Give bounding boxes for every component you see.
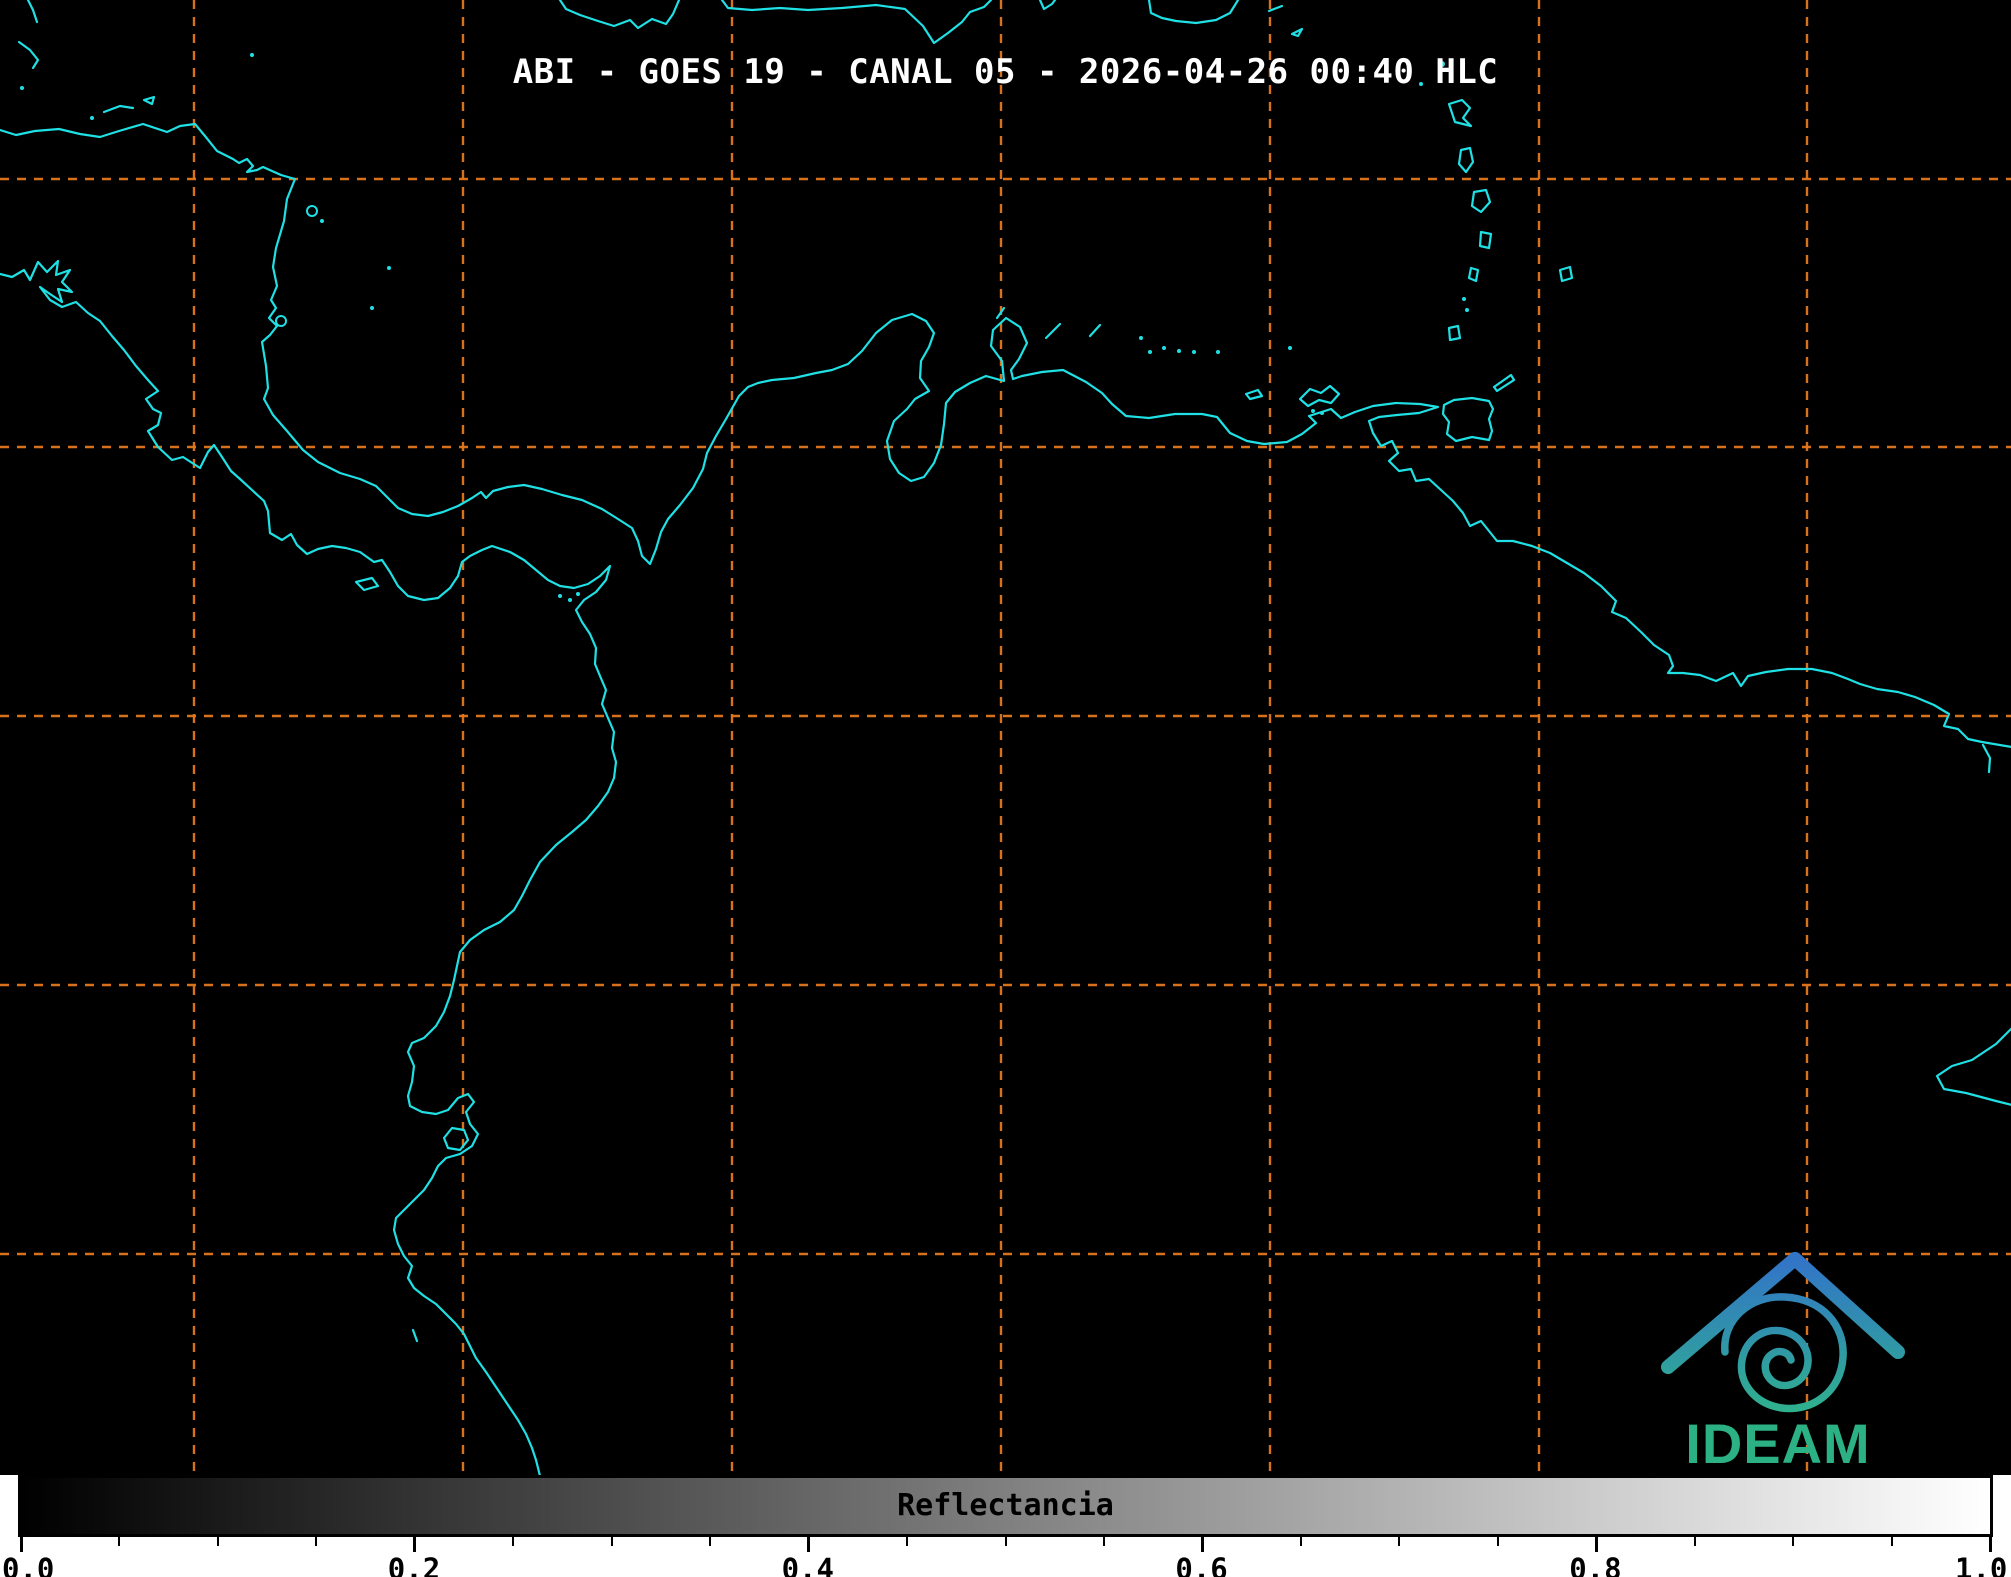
- orchila-dot: [1216, 350, 1220, 354]
- los-roques-dot-2: [1162, 346, 1166, 350]
- coiba-island: [354, 576, 380, 592]
- san-andres-dot: [370, 306, 374, 310]
- colorbar-minor-tick: [906, 1537, 909, 1546]
- utila-island-dot: [90, 116, 94, 120]
- guanaja-island: [142, 95, 156, 106]
- colorbar-major-tick: [1988, 1537, 1992, 1552]
- colorbar-minor-tick: [1693, 1537, 1696, 1546]
- logo-wordmark: IDEAM: [1685, 1412, 1870, 1475]
- brazil-amazon-corner: [1935, 1027, 2011, 1106]
- colorbar-tick-label: 0.6: [1175, 1552, 1228, 1577]
- curacao-island: [1044, 322, 1062, 340]
- st-vincent-island: [1467, 266, 1480, 283]
- jamaica-coast: [558, 0, 681, 30]
- miskito-cay-ring: [306, 205, 318, 217]
- dominica-island: [1457, 146, 1475, 174]
- colorbar-minor-tick: [512, 1537, 515, 1546]
- belize-coast-bit-1: [26, 0, 39, 24]
- colorbar-tick-label: 0.2: [387, 1552, 441, 1577]
- mainland-pacific-coast: [0, 259, 618, 1475]
- cubagua-dot: [1320, 411, 1324, 415]
- st-croix-island: [1290, 27, 1304, 38]
- satellite-map: ABI - GOES 19 - CANAL 05 - 2026-04-26 00…: [0, 0, 2011, 1475]
- colorbar-minor-tick: [610, 1537, 613, 1546]
- colorbar-major-tick: [807, 1537, 811, 1552]
- colorbar-major-tick: [413, 1537, 417, 1552]
- pearl-islands-dot-2: [568, 598, 572, 602]
- puna-island: [442, 1126, 470, 1152]
- barbados-island: [1558, 265, 1574, 283]
- ideam-logo: IDEAM: [1661, 1252, 1905, 1475]
- colorbar-tick-label: 0.8: [1569, 1552, 1622, 1577]
- trinidad-island: [1441, 396, 1495, 443]
- colorbar-minor-tick: [1890, 1537, 1893, 1546]
- colorbar-title: Reflectancia: [897, 1488, 1114, 1523]
- puerto-rico-coast: [1147, 0, 1240, 25]
- logo-hurricane-spiral-icon: [1721, 1293, 1847, 1413]
- lobos-island: [411, 1328, 419, 1343]
- colorbar-tick-label: 0.4: [781, 1552, 834, 1577]
- colorbar-minor-tick: [1398, 1537, 1401, 1546]
- st-lucia-island: [1478, 230, 1493, 250]
- los-roques-dot-3: [1177, 349, 1181, 353]
- grenadines-dot-1: [1462, 297, 1466, 301]
- guiana-river-spur: [1981, 743, 1992, 774]
- grenadines-dot-2: [1465, 308, 1469, 312]
- margarita-island: [1298, 384, 1341, 408]
- pearl-islands-dot-3: [576, 592, 580, 596]
- coche-dot: [1311, 409, 1315, 413]
- la-tortuga-island: [1244, 388, 1264, 401]
- colorbar-minor-tick: [315, 1537, 318, 1546]
- colorbar-tick-label: 0.0: [2, 1552, 55, 1577]
- pearl-islands-dot-1: [558, 594, 562, 598]
- colorbar-gradient-bar: Reflectancia: [18, 1475, 1993, 1537]
- colorbar: Reflectancia 0.0 0.2 0.4 0.6 0.8 1.0: [0, 1475, 2011, 1577]
- colorbar-minor-tick: [1102, 1537, 1105, 1546]
- colorbar-minor-tick: [118, 1537, 121, 1546]
- colorbar-minor-tick: [216, 1537, 219, 1546]
- los-roques-dot-1: [1148, 350, 1152, 354]
- colorbar-minor-tick: [1299, 1537, 1302, 1546]
- las-aves-dot: [1139, 336, 1143, 340]
- la-blanquilla-dot: [1288, 346, 1292, 350]
- colorbar-minor-tick: [1496, 1537, 1499, 1546]
- colorbar-minor-tick: [1792, 1537, 1795, 1546]
- miskito-cay-dot: [320, 219, 324, 223]
- colorbar-minor-tick: [1004, 1537, 1007, 1546]
- colorbar-major-tick: [19, 1537, 23, 1552]
- hispaniola-south-coast: [720, 0, 993, 45]
- roatan-island: [102, 104, 135, 114]
- colorbar-major-tick: [1200, 1537, 1204, 1552]
- tobago-island: [1492, 373, 1516, 393]
- guadeloupe-island: [1447, 98, 1473, 128]
- los-roques-dot-4: [1192, 350, 1196, 354]
- colorbar-major-tick: [1594, 1537, 1598, 1552]
- providencia-dot: [387, 266, 391, 270]
- bonaire-island: [1088, 323, 1102, 338]
- image-title: ABI - GOES 19 - CANAL 05 - 2026-04-26 00…: [512, 52, 1499, 92]
- mainland-caribbean-coast: [0, 122, 2011, 748]
- martinique-island: [1470, 188, 1492, 214]
- pearl-lagoon-ring: [275, 315, 287, 327]
- hispaniola-east-bit: [1038, 0, 1057, 11]
- satellite-image-viewer: ABI - GOES 19 - CANAL 05 - 2026-04-26 00…: [0, 0, 2011, 1577]
- grenada-island: [1447, 324, 1462, 342]
- colorbar-minor-tick: [709, 1537, 712, 1546]
- colorbar-tick-label: 1.0: [1955, 1552, 2008, 1577]
